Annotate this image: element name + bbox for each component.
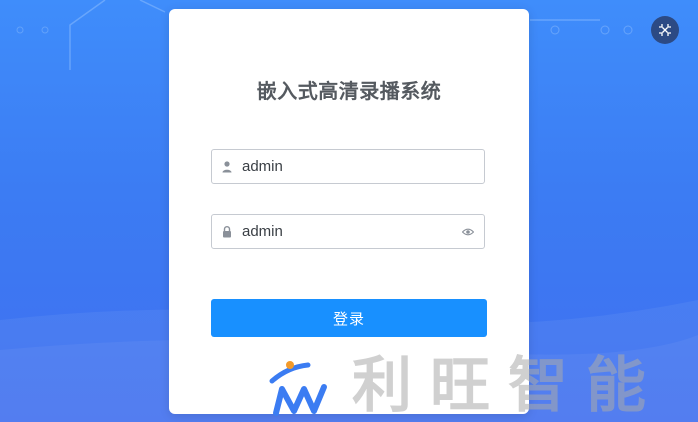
fullscreen-exit-icon [659,24,671,36]
brand-name: 利旺智能 [352,351,664,421]
user-icon [222,161,232,173]
username-input[interactable] [242,150,462,183]
username-field[interactable] [211,149,485,184]
liwang-logo-icon [269,361,327,416]
lock-icon [223,226,231,238]
login-button[interactable]: 登录 [211,299,487,337]
eye-icon[interactable] [462,226,474,238]
system-title: 嵌入式高清录播系统 [256,79,442,103]
fullscreen-exit-button[interactable] [651,16,679,44]
password-field[interactable] [211,214,485,249]
password-input[interactable] [242,215,462,248]
